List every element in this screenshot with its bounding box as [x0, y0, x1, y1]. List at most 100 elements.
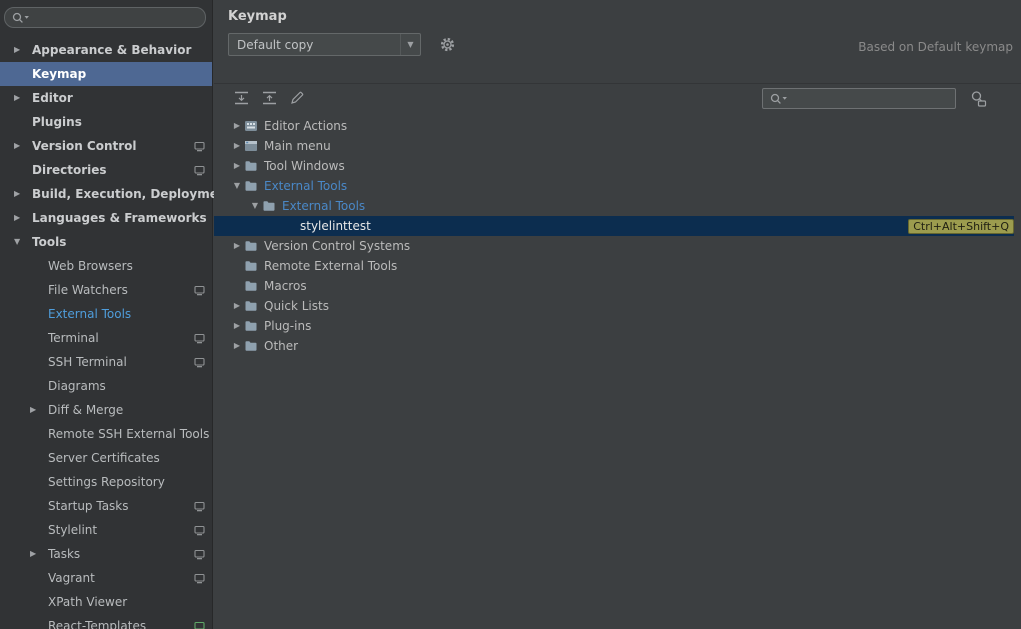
- based-on-label: Based on Default keymap: [858, 40, 1013, 54]
- sidebar-item-file-watchers[interactable]: File Watchers: [0, 278, 212, 302]
- tree-row-external-tools-group[interactable]: ▼ External Tools: [214, 196, 1014, 216]
- sidebar-item-keymap[interactable]: Keymap: [0, 62, 212, 86]
- edit-shortcut-button[interactable]: [286, 88, 308, 110]
- chevron-right-icon[interactable]: ▶: [230, 242, 244, 250]
- sidebar-item-stylelint[interactable]: Stylelint: [0, 518, 212, 542]
- chevron-down-icon[interactable]: ▼: [10, 238, 32, 246]
- sidebar-item-server-certificates[interactable]: Server Certificates: [0, 446, 212, 470]
- chevron-down-icon[interactable]: ▼: [400, 34, 420, 55]
- expand-all-button[interactable]: [230, 88, 252, 110]
- sidebar-item-editor[interactable]: ▶ Editor: [0, 86, 212, 110]
- editor-actions-icon: [244, 120, 262, 132]
- monitor-icon: [194, 549, 205, 560]
- monitor-icon: [194, 357, 205, 368]
- folder-icon: [244, 240, 262, 252]
- monitor-icon: [194, 285, 205, 296]
- chevron-right-icon[interactable]: ▶: [230, 342, 244, 350]
- tree-row-stylelinttest[interactable]: stylelinttest Ctrl+Alt+Shift+Q: [214, 216, 1014, 236]
- sidebar-item-build-execution-deployment[interactable]: ▶ Build, Execution, Deployment: [0, 182, 232, 206]
- tree-row-editor-actions[interactable]: ▶ Editor Actions: [214, 116, 1014, 136]
- keymap-action-tree: ▶ Editor Actions ▶ Main menu ▶ Tool Wind…: [214, 116, 1021, 629]
- find-by-shortcut-button[interactable]: [966, 89, 990, 110]
- tree-row-quick-lists[interactable]: ▶ Quick Lists: [214, 296, 1014, 316]
- keymap-page: Keymap Default copy ▼ Based on Default k…: [214, 0, 1021, 629]
- tree-row-plug-ins[interactable]: ▶ Plug-ins: [214, 316, 1014, 336]
- chevron-right-icon[interactable]: ▶: [230, 322, 244, 330]
- chevron-right-icon[interactable]: ▶: [10, 214, 32, 222]
- action-search-field[interactable]: [762, 88, 956, 109]
- tree-row-remote-external-tools[interactable]: Remote External Tools: [214, 256, 1014, 276]
- tree-row-other[interactable]: ▶ Other: [214, 336, 1014, 356]
- sidebar-item-xpath-viewer[interactable]: XPath Viewer: [0, 590, 212, 614]
- chevron-right-icon[interactable]: ▶: [230, 302, 244, 310]
- pencil-icon: [289, 90, 305, 109]
- keymap-options-gear-button[interactable]: [436, 36, 458, 56]
- settings-search-input[interactable]: [31, 10, 199, 25]
- monitor-icon: [194, 501, 205, 512]
- chevron-right-icon[interactable]: ▶: [10, 94, 32, 102]
- expand-all-icon: [233, 90, 250, 109]
- chevron-right-icon[interactable]: ▶: [10, 190, 32, 198]
- tree-row-version-control-systems[interactable]: ▶ Version Control Systems: [214, 236, 1014, 256]
- tree-row-macros[interactable]: Macros: [214, 276, 1014, 296]
- sidebar-item-version-control[interactable]: ▶ Version Control: [0, 134, 212, 158]
- collapse-all-button[interactable]: [258, 88, 280, 110]
- sidebar-item-diff-merge[interactable]: ▶ Diff & Merge: [0, 398, 212, 422]
- sidebar-item-external-tools[interactable]: External Tools: [0, 302, 212, 326]
- sidebar-item-diagrams[interactable]: Diagrams: [0, 374, 212, 398]
- chevron-right-icon[interactable]: ▶: [26, 406, 48, 414]
- chevron-right-icon[interactable]: ▶: [10, 46, 32, 54]
- tree-row-tool-windows[interactable]: ▶ Tool Windows: [214, 156, 1014, 176]
- folder-icon: [244, 180, 262, 192]
- sidebar-item-vagrant[interactable]: Vagrant: [0, 566, 212, 590]
- keymap-panel: ▶ Editor Actions ▶ Main menu ▶ Tool Wind…: [214, 83, 1021, 629]
- sidebar-item-startup-tasks[interactable]: Startup Tasks: [0, 494, 212, 518]
- sidebar-item-remote-ssh-external-tools[interactable]: Remote SSH External Tools: [0, 422, 212, 446]
- collapse-all-icon: [261, 90, 278, 109]
- monitor-icon: [194, 333, 205, 344]
- page-title: Keymap: [228, 9, 287, 24]
- folder-icon: [244, 260, 262, 272]
- folder-icon: [244, 340, 262, 352]
- tree-row-main-menu[interactable]: ▶ Main menu: [214, 136, 1014, 156]
- chevron-right-icon[interactable]: ▶: [230, 122, 244, 130]
- monitor-icon: [194, 573, 205, 584]
- search-icon: [769, 92, 789, 106]
- chevron-right-icon[interactable]: ▶: [230, 162, 244, 170]
- folder-icon: [262, 200, 280, 212]
- chevron-right-icon[interactable]: ▶: [10, 142, 32, 150]
- chevron-right-icon[interactable]: ▶: [230, 142, 244, 150]
- settings-nav-tree: ▶ Appearance & Behavior Keymap ▶ Editor …: [0, 38, 232, 629]
- gear-icon: [439, 36, 456, 56]
- sidebar-item-web-browsers[interactable]: Web Browsers: [0, 254, 212, 278]
- folder-icon: [244, 300, 262, 312]
- sidebar-item-appearance-behavior[interactable]: ▶ Appearance & Behavior: [0, 38, 212, 62]
- settings-sidebar: ▶ Appearance & Behavior Keymap ▶ Editor …: [0, 0, 232, 629]
- monitor-icon: [194, 621, 205, 629]
- folder-icon: [244, 160, 262, 172]
- monitor-icon: [194, 525, 205, 536]
- main-menu-icon: [244, 140, 262, 152]
- folder-icon: [244, 320, 262, 332]
- chevron-down-icon[interactable]: ▼: [248, 202, 262, 210]
- tree-row-external-tools[interactable]: ▼ External Tools: [214, 176, 1014, 196]
- keymap-select[interactable]: Default copy ▼: [228, 33, 421, 56]
- search-icon: [11, 11, 31, 25]
- chevron-right-icon[interactable]: ▶: [26, 550, 48, 558]
- sidebar-item-ssh-terminal[interactable]: SSH Terminal: [0, 350, 212, 374]
- sidebar-item-settings-repository[interactable]: Settings Repository: [0, 470, 212, 494]
- sidebar-item-directories[interactable]: Directories: [0, 158, 212, 182]
- sidebar-item-terminal[interactable]: Terminal: [0, 326, 212, 350]
- monitor-icon: [194, 141, 205, 152]
- sidebar-item-languages-frameworks[interactable]: ▶ Languages & Frameworks: [0, 206, 212, 230]
- keymap-select-value: Default copy: [237, 37, 314, 52]
- monitor-icon: [194, 165, 205, 176]
- sidebar-item-tools[interactable]: ▼ Tools: [0, 230, 212, 254]
- action-search-input[interactable]: [789, 91, 949, 106]
- sidebar-item-plugins[interactable]: Plugins: [0, 110, 212, 134]
- chevron-down-icon[interactable]: ▼: [230, 182, 244, 190]
- sidebar-item-react-templates[interactable]: React-Templates: [0, 614, 212, 629]
- settings-search-field[interactable]: [4, 7, 206, 28]
- sidebar-item-tasks[interactable]: ▶ Tasks: [0, 542, 212, 566]
- find-by-shortcut-icon: [969, 90, 987, 110]
